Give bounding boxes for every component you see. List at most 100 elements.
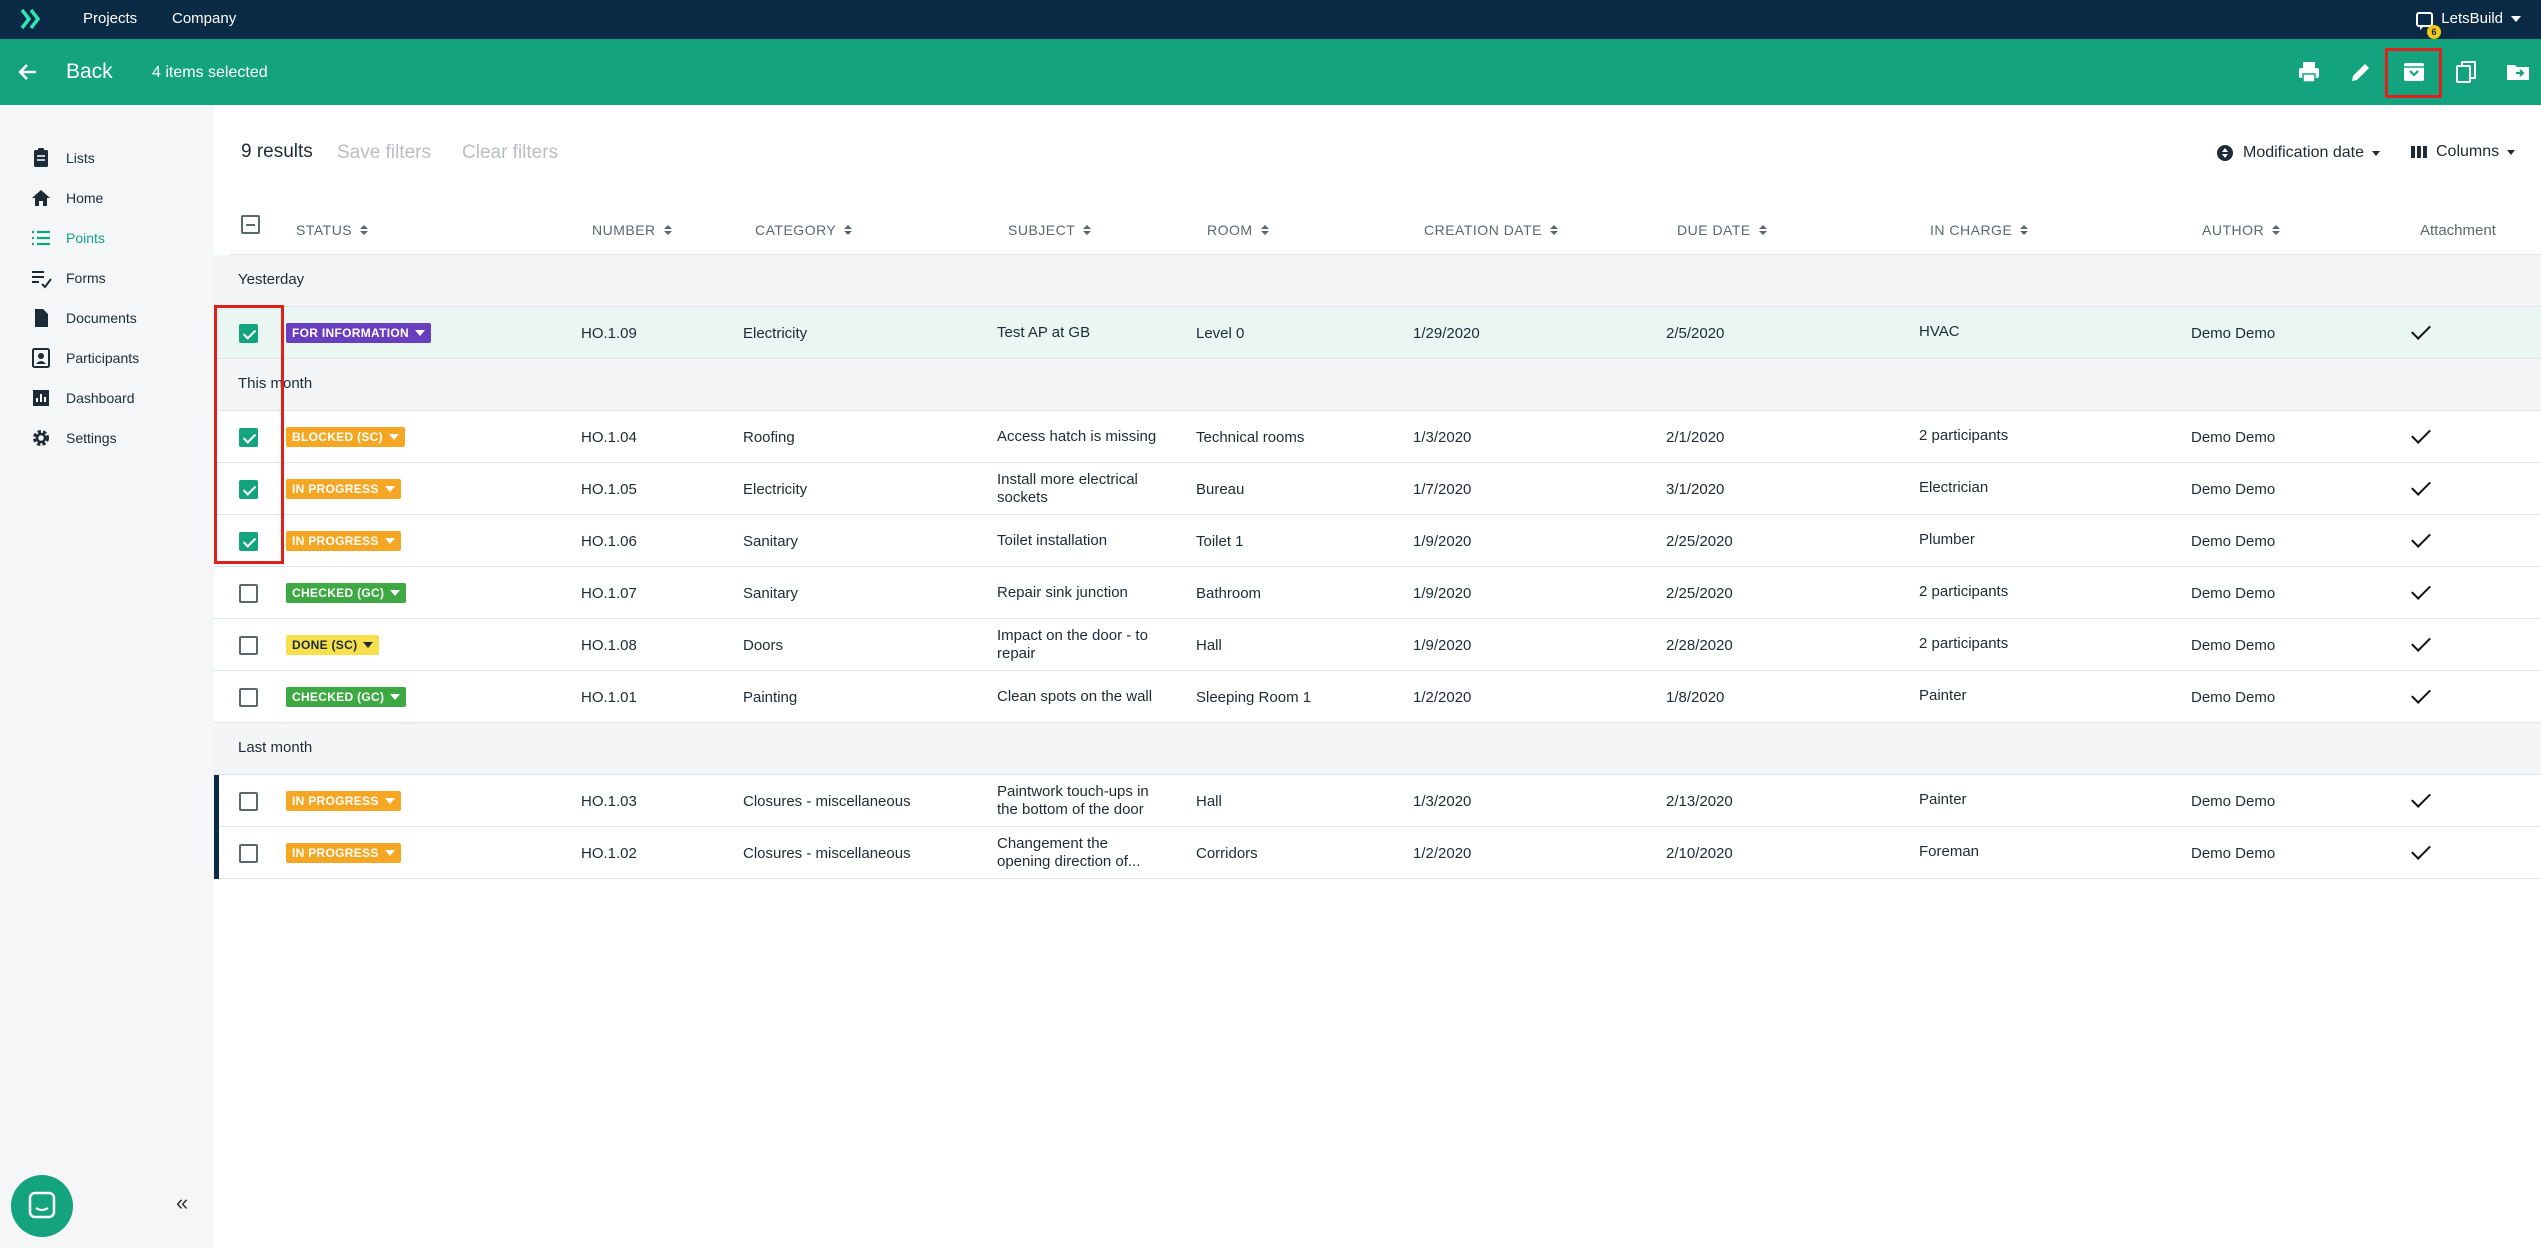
table-row[interactable]: IN PROGRESS HO.1.06 Sanitary Toilet install… — [214, 515, 2541, 567]
status-cell: DONE (SC) — [286, 619, 380, 671]
group-label: Last month — [238, 739, 313, 756]
columns-dropdown[interactable]: Columns — [2410, 143, 2516, 161]
column-label: STATUS — [296, 222, 353, 238]
sidebar-item-participants[interactable]: Participants — [30, 346, 139, 370]
sidebar-item-home[interactable]: Home — [30, 186, 103, 210]
back-arrow-icon[interactable] — [17, 61, 39, 83]
overdue-indicator — [214, 775, 219, 827]
checkmark-icon — [2411, 632, 2431, 652]
checkmark-icon — [2411, 684, 2431, 704]
creation-date-cell: 1/9/2020 — [1413, 636, 1472, 654]
list-icon — [32, 230, 50, 246]
sidebar-item-label: Lists — [66, 150, 95, 166]
move-folder-icon[interactable] — [2505, 59, 2531, 85]
row-checkbox[interactable] — [239, 635, 258, 655]
checkbox-cell — [239, 827, 258, 879]
chevron-down-icon — [384, 538, 395, 544]
table-row[interactable]: FOR INFORMATION HO.1.09 Electricity Test AP… — [214, 307, 2541, 359]
status-badge[interactable]: CHECKED (GC) — [286, 687, 407, 707]
column-header-due-date[interactable]: DUE DATE — [1677, 222, 1767, 238]
nav-company-link[interactable]: Company — [172, 10, 236, 27]
status-cell: IN PROGRESS — [286, 775, 401, 827]
attachment-cell — [2411, 515, 2431, 567]
column-header-subject[interactable]: SUBJECT — [1008, 222, 1092, 238]
user-menu[interactable]: LetsBuild — [2441, 10, 2521, 27]
status-badge[interactable]: IN PROGRESS — [286, 843, 401, 863]
chevron-down-icon — [390, 590, 401, 596]
checkmark-icon — [2411, 580, 2431, 600]
columns-icon — [2411, 146, 2427, 158]
table-row[interactable]: DONE (SC) HO.1.08 Doors Impact on the door … — [214, 619, 2541, 671]
status-cell: CHECKED (GC) — [286, 567, 407, 619]
group-header: Last month — [214, 723, 2541, 775]
sidebar-item-documents[interactable]: Documents — [30, 306, 137, 330]
gear-icon — [33, 430, 49, 446]
sort-dropdown[interactable]: Modification date — [2215, 143, 2380, 163]
status-badge[interactable]: IN PROGRESS — [286, 479, 401, 499]
row-checkbox[interactable] — [239, 583, 258, 603]
status-badge[interactable]: BLOCKED (SC) — [286, 427, 405, 447]
edit-icon[interactable] — [2348, 59, 2374, 85]
status-badge[interactable]: CHECKED (GC) — [286, 583, 407, 603]
column-label: CATEGORY — [755, 222, 837, 238]
sidebar-item-label: Home — [66, 190, 104, 206]
table-row[interactable]: IN PROGRESS HO.1.02 Closures - miscellaneo… — [214, 827, 2541, 879]
sidebar-item-dashboard[interactable]: Dashboard — [30, 386, 135, 410]
clear-filters-button[interactable]: Clear filters — [462, 142, 558, 164]
column-label: CREATION DATE — [1424, 222, 1542, 238]
back-button[interactable]: Back — [66, 60, 113, 84]
column-header-room[interactable]: ROOM — [1207, 222, 1269, 238]
copy-icon[interactable] — [2453, 59, 2479, 85]
row-checkbox[interactable] — [239, 791, 258, 811]
chat-support-button[interactable] — [11, 1175, 73, 1237]
creation-date-cell: 1/9/2020 — [1413, 584, 1472, 602]
sort-arrows-icon — [360, 225, 369, 235]
status-badge[interactable]: DONE (SC) — [286, 635, 380, 655]
column-header-category[interactable]: CATEGORY — [755, 222, 853, 238]
column-header-status[interactable]: STATUS — [296, 222, 369, 238]
checkmark-icon — [2411, 528, 2431, 548]
sort-arrows-icon — [1758, 225, 1767, 235]
sidebar-item-settings[interactable]: Settings — [30, 426, 117, 450]
status-cell: IN PROGRESS — [286, 515, 401, 567]
letsbuild-logo-icon[interactable] — [20, 8, 46, 30]
table-row[interactable]: CHECKED (GC) HO.1.07 Sanitary Repair sink j… — [214, 567, 2541, 619]
status-badge[interactable]: IN PROGRESS — [286, 791, 401, 811]
chevron-down-icon — [2511, 15, 2521, 22]
status-label: CHECKED (GC) — [292, 586, 385, 600]
row-checkbox[interactable] — [239, 687, 258, 707]
status-cell: BLOCKED (SC) — [286, 411, 405, 463]
column-header-attachment[interactable]: Attachment — [2420, 222, 2496, 239]
table-row[interactable]: CHECKED (GC) HO.1.01 Painting Clean spots o… — [214, 671, 2541, 723]
column-header-creation-date[interactable]: CREATION DATE — [1424, 222, 1558, 238]
column-label: AUTHOR — [2202, 222, 2265, 238]
clipboard-icon — [34, 148, 48, 167]
table-row[interactable]: IN PROGRESS HO.1.03 Closures - miscellaneo… — [214, 775, 2541, 827]
sidebar-item-lists[interactable]: Lists — [30, 146, 95, 170]
table-row[interactable]: BLOCKED (SC) HO.1.04 Roofing Access hatch i… — [214, 411, 2541, 463]
select-all-checkbox[interactable] — [241, 215, 260, 234]
category-cell: Roofing — [743, 428, 795, 446]
sidebar-item-forms[interactable]: Forms — [30, 266, 106, 290]
room-cell: Level 0 — [1196, 324, 1245, 342]
column-header-in-charge[interactable]: IN CHARGE — [1930, 222, 2029, 238]
row-checkbox[interactable] — [239, 843, 258, 863]
sidebar-item-label: Settings — [66, 430, 117, 446]
table-row[interactable]: IN PROGRESS HO.1.05 Electricity Install mor… — [214, 463, 2541, 515]
save-filters-button[interactable]: Save filters — [337, 142, 431, 164]
group-label: Yesterday — [238, 271, 305, 288]
status-badge[interactable]: FOR INFORMATION — [286, 323, 431, 343]
subject-cell: Paintwork touch-ups in the bottom of the… — [997, 783, 1149, 818]
print-icon[interactable] — [2296, 59, 2322, 85]
status-badge[interactable]: IN PROGRESS — [286, 531, 401, 551]
nav-projects-link[interactable]: Projects — [83, 10, 137, 27]
category-cell: Doors — [743, 636, 784, 654]
sidebar-item-points[interactable]: Points — [30, 226, 105, 250]
column-header-number[interactable]: NUMBER — [592, 222, 672, 238]
collapse-sidebar-icon[interactable]: « — [176, 1190, 188, 1216]
category-cell: Sanitary — [743, 532, 799, 550]
sort-arrows-icon — [2272, 225, 2281, 235]
sort-label: Modification date — [2243, 144, 2364, 161]
notifications-icon[interactable]: 6 — [2414, 10, 2441, 39]
column-header-author[interactable]: AUTHOR — [2202, 222, 2281, 238]
